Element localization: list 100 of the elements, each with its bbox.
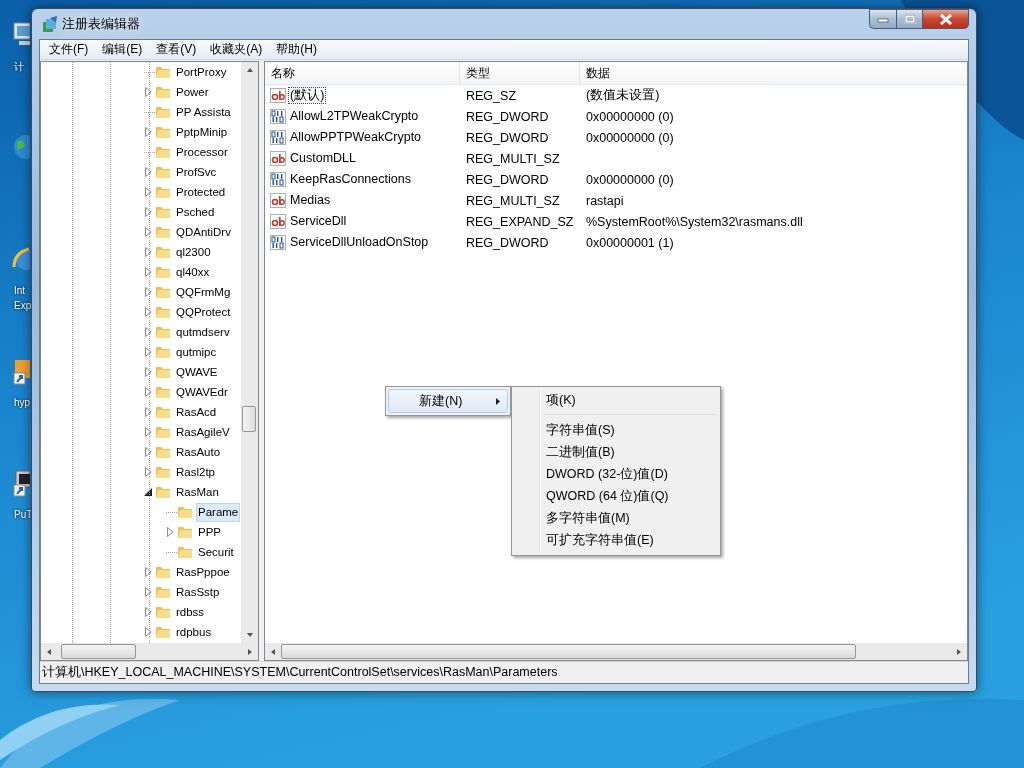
- expanded-arrow-icon[interactable]: [144, 487, 153, 497]
- scrollbar-thumb[interactable]: [281, 644, 856, 659]
- tree-item[interactable]: Psched: [174, 202, 217, 222]
- menu-item[interactable]: 文件(F): [42, 41, 96, 58]
- menu-item[interactable]: 编辑(E): [95, 41, 150, 58]
- minimize-button[interactable]: [869, 9, 896, 29]
- menu-item[interactable]: 新建(N): [388, 389, 508, 413]
- tree-item[interactable]: RasPppoe: [174, 562, 232, 582]
- menu-item[interactable]: 可扩充字符串值(E): [514, 529, 718, 551]
- scroll-up-icon[interactable]: [245, 67, 254, 73]
- tree-item[interactable]: RasAcd: [174, 402, 219, 422]
- icon-label[interactable]: hyp: [12, 395, 31, 410]
- scroll-left-icon[interactable]: [46, 647, 52, 656]
- scroll-down-icon[interactable]: [245, 632, 254, 638]
- scroll-right-icon[interactable]: [956, 647, 962, 656]
- tree-item[interactable]: Rasl2tp: [174, 462, 217, 482]
- icon-label[interactable]: PuT: [12, 507, 33, 522]
- collapsed-arrow-icon[interactable]: [144, 627, 153, 637]
- tree-item[interactable]: RasAgileV: [174, 422, 232, 442]
- collapsed-arrow-icon[interactable]: [144, 207, 153, 217]
- scrollbar-thumb[interactable]: [61, 644, 136, 659]
- collapsed-arrow-icon[interactable]: [144, 407, 153, 417]
- menu-item[interactable]: 收藏夹(A): [203, 41, 270, 58]
- icon-label[interactable]: 计: [12, 59, 24, 74]
- tree-item[interactable]: RasMan: [174, 482, 221, 502]
- value-name[interactable]: KeepRasConnections: [288, 171, 413, 188]
- tree-item[interactable]: RasAuto: [174, 442, 223, 462]
- scroll-right-icon[interactable]: [247, 647, 253, 656]
- collapsed-arrow-icon[interactable]: [144, 387, 153, 397]
- tree-item[interactable]: QQFrmMg: [174, 282, 233, 302]
- tree-item[interactable]: rdpbus: [174, 622, 214, 642]
- collapsed-arrow-icon[interactable]: [144, 307, 153, 317]
- tree-item[interactable]: qutmipc: [174, 342, 219, 362]
- collapsed-arrow-icon[interactable]: [144, 267, 153, 277]
- collapsed-arrow-icon[interactable]: [144, 367, 153, 377]
- collapsed-arrow-icon[interactable]: [144, 247, 153, 257]
- menu-item[interactable]: 查看(V): [149, 41, 204, 58]
- collapsed-arrow-icon[interactable]: [144, 327, 153, 337]
- menu-item[interactable]: DWORD (32-位)值(D): [514, 463, 718, 485]
- tree-item[interactable]: PP Assista: [174, 102, 233, 122]
- collapsed-arrow-icon[interactable]: [144, 287, 153, 297]
- column-header[interactable]: 名称: [265, 62, 460, 84]
- tree-item[interactable]: qutmdserv: [174, 322, 232, 342]
- collapsed-arrow-icon[interactable]: [144, 127, 153, 137]
- menu-item[interactable]: 项(K): [514, 389, 718, 411]
- collapsed-arrow-icon[interactable]: [144, 167, 153, 177]
- tree-item[interactable]: QWAVEdr: [174, 382, 230, 402]
- value-name[interactable]: AllowPPTPWeakCrypto: [288, 129, 424, 146]
- value-name[interactable]: ServiceDllUnloadOnStop: [288, 234, 431, 251]
- shortcut-icon[interactable]: [12, 357, 30, 385]
- collapsed-arrow-icon[interactable]: [144, 347, 153, 357]
- column-header[interactable]: 数据: [580, 62, 967, 84]
- browser-icon[interactable]: [12, 245, 30, 273]
- collapsed-arrow-icon[interactable]: [144, 187, 153, 197]
- menu-item[interactable]: 帮助(H): [269, 41, 324, 58]
- value-name[interactable]: Medias: [288, 192, 333, 209]
- tree-item[interactable]: PortProxy: [174, 62, 229, 82]
- tree-item[interactable]: Processor: [174, 142, 230, 162]
- value-name[interactable]: AllowL2TPWeakCrypto: [288, 108, 421, 125]
- terminal-icon[interactable]: [12, 469, 30, 497]
- collapsed-arrow-icon[interactable]: [144, 447, 153, 457]
- value-name[interactable]: ServiceDll: [288, 213, 349, 230]
- collapsed-arrow-icon[interactable]: [144, 607, 153, 617]
- tree-item[interactable]: PptpMinip: [174, 122, 230, 142]
- tree-item[interactable]: Power: [174, 82, 211, 102]
- value-name[interactable]: CustomDLL: [288, 150, 358, 167]
- value-name[interactable]: (默认): [288, 87, 327, 104]
- tree-item[interactable]: Protected: [174, 182, 228, 202]
- tree-item[interactable]: ProfSvc: [174, 162, 219, 182]
- horizontal-scrollbar[interactable]: [41, 643, 258, 660]
- tree-item[interactable]: QQProtect: [174, 302, 233, 322]
- tree-item[interactable]: PPP: [196, 522, 223, 542]
- tree-item[interactable]: ql40xx: [174, 262, 212, 282]
- vertical-scrollbar[interactable]: [241, 62, 258, 643]
- tree-item[interactable]: QWAVE: [174, 362, 220, 382]
- collapsed-arrow-icon[interactable]: [144, 87, 153, 97]
- menu-item[interactable]: 多字符串值(M): [514, 507, 718, 529]
- collapsed-arrow-icon[interactable]: [144, 427, 153, 437]
- collapsed-arrow-icon[interactable]: [166, 527, 175, 537]
- tree-item[interactable]: ql2300: [174, 242, 213, 262]
- tree-item[interactable]: rdbss: [174, 602, 207, 622]
- tree-item[interactable]: QDAntiDrv: [174, 222, 233, 242]
- icon-label[interactable]: Int Exp: [12, 283, 32, 313]
- folder-icon: [155, 64, 171, 80]
- menu-item[interactable]: QWORD (64 位)值(Q): [514, 485, 718, 507]
- tree-item[interactable]: Securit: [196, 542, 236, 562]
- scrollbar-thumb[interactable]: [242, 406, 256, 432]
- tree-item[interactable]: Parame: [196, 502, 241, 522]
- horizontal-scrollbar[interactable]: [265, 643, 967, 660]
- menu-item[interactable]: 字符串值(S): [514, 419, 718, 441]
- collapsed-arrow-icon[interactable]: [144, 467, 153, 477]
- maximize-button[interactable]: [896, 9, 923, 29]
- collapsed-arrow-icon[interactable]: [144, 587, 153, 597]
- menu-item[interactable]: 二进制值(B): [514, 441, 718, 463]
- collapsed-arrow-icon[interactable]: [144, 567, 153, 577]
- scroll-left-icon[interactable]: [270, 647, 276, 656]
- tree-item[interactable]: RasSstp: [174, 582, 222, 602]
- collapsed-arrow-icon[interactable]: [144, 227, 153, 237]
- column-header[interactable]: 类型: [460, 62, 580, 84]
- close-button[interactable]: [923, 9, 969, 29]
